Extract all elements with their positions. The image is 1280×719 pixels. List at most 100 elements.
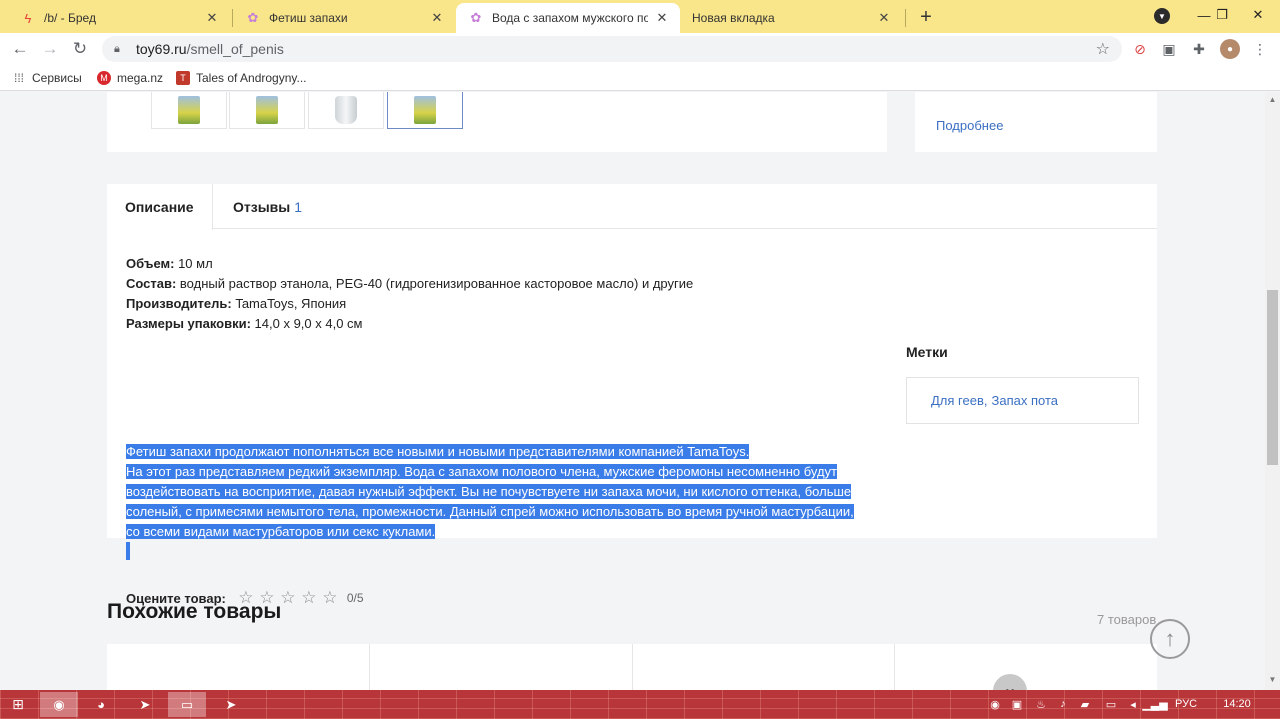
close-window-icon[interactable]: ✕ <box>1240 0 1276 30</box>
description-line: соленый, с примесями немытого тела, пром… <box>126 504 854 519</box>
spec-label: Размеры упаковки: <box>126 316 251 331</box>
gallery-thumb-active[interactable] <box>387 92 463 129</box>
telegram-icon[interactable]: ➤ <box>212 692 250 717</box>
forward-button[interactable]: → <box>38 37 62 61</box>
close-icon[interactable]: ✕ <box>204 10 220 26</box>
bookmark-star-icon[interactable]: ☆ <box>1096 39 1110 59</box>
clock[interactable]: 14:20 <box>1220 696 1254 712</box>
extension-icon[interactable]: ⊘ <box>1130 39 1150 59</box>
scroll-down-icon[interactable]: ▼ <box>1265 675 1280 687</box>
profile-avatar[interactable]: ● <box>1220 39 1240 59</box>
close-icon[interactable]: ✕ <box>876 10 892 26</box>
gallery-thumb[interactable] <box>229 92 305 129</box>
restore-icon[interactable]: ❐ <box>1204 0 1240 30</box>
steam-icon[interactable]: ♨ <box>1034 696 1048 712</box>
discord-icon[interactable]: ◕ <box>82 692 120 717</box>
battery-icon[interactable]: ▭ <box>1104 696 1118 712</box>
description-line: Фетиш запахи продолжают пополняться все … <box>126 444 750 459</box>
tab-description[interactable]: Описание <box>107 184 213 230</box>
spec-value: 14,0 х 9,0 х 4,0 см <box>250 316 363 331</box>
page-scrollbar[interactable]: ▲ ▼ <box>1265 92 1280 690</box>
tab-new-tab[interactable]: Новая вкладка ✕ <box>680 3 902 33</box>
spec-label: Производитель: <box>126 296 232 311</box>
tab-reviews[interactable]: Отзывы 1 <box>215 184 320 229</box>
tab-title: Новая вкладка <box>692 11 775 25</box>
description-text-selected[interactable]: Фетиш запахи продолжают пополняться все … <box>126 442 886 542</box>
lock-icon[interactable]: 🔒︎ <box>114 43 128 56</box>
bookmark-services[interactable]: ⁞⁞⁞ Сервисы <box>12 70 82 86</box>
telegram-icon[interactable]: ➤ <box>126 692 164 717</box>
tab-current-product[interactable]: ✿ Вода с запахом мужского поло ✕ <box>456 3 680 33</box>
spec-label: Объем: <box>126 256 175 271</box>
bookmark-tales[interactable]: T Tales of Androgyny... <box>176 70 307 86</box>
bookmark-mega[interactable]: M mega.nz <box>97 70 163 86</box>
tab-search-icon[interactable]: ▼ <box>1154 8 1170 24</box>
bookmarks-bar: ⁞⁞⁞ Сервисы M mega.nz T Tales of Androgy… <box>0 65 1280 91</box>
tray-app-icon[interactable]: ▣ <box>1010 696 1024 712</box>
explorer-folder-icon[interactable]: ▭ <box>168 692 206 717</box>
tab-b-bred[interactable]: ϟ /b/ - Бред ✕ <box>8 3 230 33</box>
close-icon[interactable]: ✕ <box>429 10 445 26</box>
description-card: Описание Отзывы 1 Объем: 10 мл Состав: в… <box>107 184 1157 607</box>
star-icon[interactable]: ☆ <box>299 589 319 607</box>
site-logo-icon: ✿ <box>470 10 482 25</box>
speaker-icon[interactable]: ◂ <box>1126 696 1140 712</box>
spec-value: TamaToys, Япония <box>231 296 347 311</box>
tab-separator <box>905 9 906 27</box>
tags-title: Метки <box>906 344 948 360</box>
rating-score: 0/5 <box>346 591 364 605</box>
chrome-taskbar-icon[interactable]: ◉ <box>40 692 78 717</box>
gallery-thumb[interactable] <box>308 92 384 129</box>
tag-link[interactable]: Запах пота <box>992 393 1059 408</box>
spec-label: Состав: <box>126 276 177 291</box>
product-image <box>178 96 200 124</box>
tab-fetish-smells[interactable]: ✿ Фетиш запахи ✕ <box>233 3 455 33</box>
tag-separator: , <box>983 393 988 408</box>
more-details-link[interactable]: Подробнее <box>936 118 1003 133</box>
volume-icon[interactable]: ♪ <box>1056 696 1070 712</box>
extension-photo-icon[interactable]: ▣ <box>1159 39 1179 59</box>
back-button[interactable]: ← <box>8 37 32 61</box>
description-line: со всеми видами мастурбаторов или секс к… <box>126 524 436 539</box>
close-icon[interactable]: ✕ <box>654 10 670 26</box>
apps-grid-icon: ⁞⁞⁞ <box>13 71 24 85</box>
language-indicator[interactable]: РУС <box>1172 696 1200 712</box>
browser-toolbar: ← → ↻ 🔒︎ toy69.ru/smell_of_penis ☆ ⊘ ▣ ✚… <box>0 33 1280 65</box>
product-image <box>335 96 357 124</box>
new-tab-button[interactable]: + <box>914 5 938 29</box>
tags-box: Для геев, Запах пота <box>906 377 1139 424</box>
nvidia-icon[interactable]: ▰ <box>1078 696 1092 712</box>
description-line: На этот раз представляем редкий экземпля… <box>126 464 837 479</box>
product-divider <box>632 644 633 690</box>
spec-row: Размеры упаковки: 14,0 х 9,0 х 4,0 см <box>126 314 693 334</box>
spec-row: Объем: 10 мл <box>126 254 693 274</box>
game-icon: T <box>176 71 190 85</box>
product-gallery-card <box>107 92 887 152</box>
product-divider <box>894 644 895 690</box>
bookmark-label: Сервисы <box>32 71 82 85</box>
description-tabs: Описание Отзывы 1 <box>107 184 1157 230</box>
tag-link[interactable]: Для геев <box>931 393 984 408</box>
lightning-icon: ϟ <box>24 10 32 26</box>
reload-button[interactable]: ↻ <box>68 37 92 61</box>
tab-label: Отзывы <box>233 198 291 215</box>
product-image <box>256 96 278 124</box>
tab-title: Вода с запахом мужского поло <box>492 11 648 25</box>
tab-title: Фетиш запахи <box>269 11 348 25</box>
scrollbar-thumb[interactable] <box>1267 290 1278 465</box>
similar-products-count: 7 товаров <box>1097 612 1157 627</box>
puzzle-icon[interactable]: ✚ <box>1189 39 1209 59</box>
windows-taskbar: ⊞ ◉ ◕ ➤ ▭ ➤ ◉ ▣ ♨ ♪ ▰ ▭ ◂ ▁▃▅ РУС 14:20 <box>0 690 1280 719</box>
windows-start-icon[interactable]: ⊞ <box>0 692 36 717</box>
tab-title: /b/ - Бред <box>44 11 96 25</box>
chrome-tray-icon[interactable]: ◉ <box>988 696 1002 712</box>
address-bar[interactable]: 🔒︎ toy69.ru/smell_of_penis ☆ <box>102 36 1122 62</box>
product-side-card: Подробнее <box>915 92 1157 152</box>
scroll-up-icon[interactable]: ▲ <box>1265 95 1280 107</box>
star-icon[interactable]: ☆ <box>320 589 340 607</box>
network-icon[interactable]: ▁▃▅ <box>1142 696 1167 712</box>
gallery-thumb[interactable] <box>151 92 227 129</box>
scroll-to-top-button[interactable]: ↑ <box>1150 619 1190 659</box>
menu-dots-icon[interactable]: ⋮ <box>1250 39 1270 59</box>
product-image <box>414 96 436 124</box>
